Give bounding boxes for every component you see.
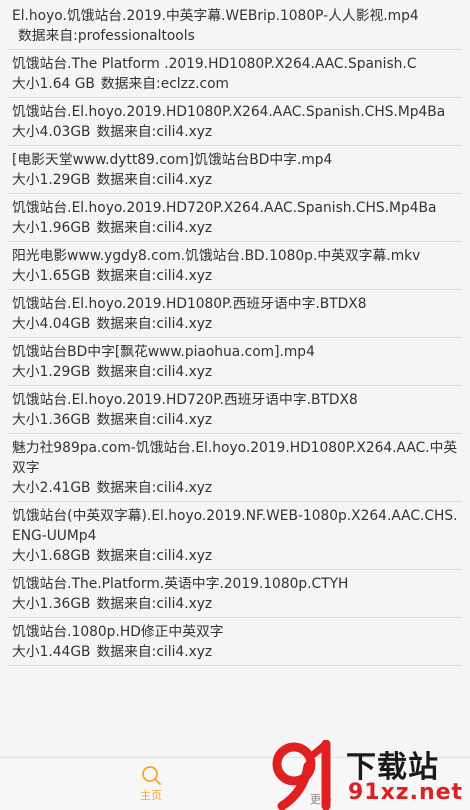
list-item[interactable]: 饥饿站台.El.hoyo.2019.HD720P.西班牙语中字.BTDX8 大小1… — [8, 386, 462, 434]
result-title: 阳光电影www.ygdy8.com.饥饿站台.BD.1080p.中英双字幕.mk… — [12, 248, 421, 264]
result-size: 大小1.64 GB — [12, 76, 95, 92]
result-source: cili4.xyz — [156, 364, 213, 380]
tab-home-label: 主页 — [140, 789, 162, 802]
result-title: 饥饿站台.El.hoyo.2019.HD720P.西班牙语中字.BTDX8 — [12, 392, 358, 408]
result-source: cili4.xyz — [156, 172, 213, 188]
result-size: 大小1.44GB — [12, 644, 91, 660]
result-source-label: 数据来自: — [96, 596, 157, 612]
result-size: 大小1.65GB — [12, 268, 91, 284]
result-meta: 大小1.29GB 数据来自:cili4.xyz — [12, 170, 458, 190]
list-item[interactable]: 饥饿站台.The.Platform.英语中字.2019.1080p.CTYH 大小… — [8, 570, 462, 618]
list-item[interactable]: 饥饿站台.El.hoyo.2019.HD1080P.X264.AAC.Spani… — [8, 98, 462, 146]
watermark-domain: 91xz.net — [348, 780, 464, 805]
result-title: 饥饿站台.The Platform .2019.HD1080P.X264.AAC… — [12, 56, 417, 72]
result-meta: 大小1.96GB 数据来自:cili4.xyz — [12, 218, 458, 238]
results-list: El.hoyo.饥饿站台.2019.中英字幕.WEBrip.1080P-人人影视… — [0, 0, 470, 757]
result-source-label: 数据来自: — [96, 644, 157, 660]
list-item[interactable]: 饥饿站台.El.hoyo.2019.HD720P.X264.AAC.Spanis… — [8, 194, 462, 242]
result-source-label: 数据来自: — [96, 480, 157, 496]
result-meta: 大小4.04GB 数据来自:cili4.xyz — [12, 314, 458, 334]
result-size: 大小1.36GB — [12, 412, 91, 428]
result-source: eclzz.com — [160, 76, 229, 92]
result-title: 饥饿站台(中英双字幕).El.hoyo.2019.NF.WEB-1080p.X2… — [12, 508, 458, 544]
watermark-logo-icon — [272, 740, 331, 810]
result-source: cili4.xyz — [156, 220, 213, 236]
result-title: 饥饿站台.The.Platform.英语中字.2019.1080p.CTYH — [12, 576, 349, 592]
result-source: cili4.xyz — [156, 548, 213, 564]
search-icon — [142, 766, 161, 785]
result-title: 饥饿站台.El.hoyo.2019.HD1080P.西班牙语中字.BTDX8 — [12, 296, 367, 312]
result-source: cili4.xyz — [156, 596, 213, 612]
result-source: cili4.xyz — [156, 412, 213, 428]
result-source-label: 数据来自: — [96, 268, 157, 284]
list-item[interactable]: El.hoyo.饥饿站台.2019.中英字幕.WEBrip.1080P-人人影视… — [8, 0, 462, 50]
result-source: cili4.xyz — [156, 268, 213, 284]
result-title: El.hoyo.饥饿站台.2019.中英字幕.WEBrip.1080P-人人影视… — [12, 8, 419, 24]
result-source-label: 数据来自: — [100, 76, 161, 92]
result-meta: 大小1.64 GB 数据来自:eclzz.com — [12, 74, 458, 94]
result-meta: 大小4.03GB 数据来自:cili4.xyz — [12, 122, 458, 142]
result-meta: 大小1.36GB 数据来自:cili4.xyz — [12, 594, 458, 614]
result-source: cili4.xyz — [156, 644, 213, 660]
result-size: 大小4.04GB — [12, 316, 91, 332]
list-item[interactable]: [电影天堂www.dytt89.com]饥饿站台BD中字.mp4 大小1.29GB… — [8, 146, 462, 194]
result-size: 大小1.29GB — [12, 172, 91, 188]
list-item[interactable]: 饥饿站台BD中字[飘花www.piaohua.com].mp4 大小1.29GB 数… — [8, 338, 462, 386]
result-source: professionaltools — [77, 28, 195, 44]
result-size: 大小1.68GB — [12, 548, 91, 564]
result-meta: 大小2.41GB 数据来自:cili4.xyz — [12, 478, 458, 498]
result-source-label: 数据来自: — [18, 28, 78, 44]
result-title: 魅力社989pa.com-饥饿站台.El.hoyo.2019.HD1080P.X… — [12, 440, 458, 476]
result-meta: 大小1.29GB 数据来自:cili4.xyz — [12, 362, 458, 382]
result-source: cili4.xyz — [156, 124, 213, 140]
list-item[interactable]: 饥饿站台.El.hoyo.2019.HD1080P.西班牙语中字.BTDX8 大小… — [8, 290, 462, 338]
result-meta: 大小1.44GB 数据来自:cili4.xyz — [12, 642, 458, 662]
result-size: 大小1.36GB — [12, 596, 91, 612]
result-meta: 大小1.68GB 数据来自:cili4.xyz — [12, 546, 458, 566]
result-size: 大小1.96GB — [12, 220, 91, 236]
list-item[interactable]: 饥饿站台.The Platform .2019.HD1080P.X264.AAC… — [8, 50, 462, 98]
list-item[interactable]: 饥饿站台(中英双字幕).El.hoyo.2019.NF.WEB-1080p.X2… — [8, 502, 462, 570]
result-size: 大小4.03GB — [12, 124, 91, 140]
result-size: 大小1.29GB — [12, 364, 91, 380]
result-source-label: 数据来自: — [96, 364, 157, 380]
result-source: cili4.xyz — [156, 480, 213, 496]
result-source-label: 数据来自: — [96, 172, 157, 188]
result-size: 大小2.41GB — [12, 480, 91, 496]
result-source-label: 数据来自: — [96, 412, 157, 428]
result-meta: 大小1.65GB 数据来自:cili4.xyz — [12, 266, 458, 286]
list-item[interactable]: 饥饿站台.1080p.HD修正中英双字 大小1.44GB 数据来自:cili4.xy… — [8, 618, 462, 666]
result-source-label: 数据来自: — [96, 548, 157, 564]
result-title: 饥饿站台BD中字[飘花www.piaohua.com].mp4 — [12, 344, 315, 360]
tab-home[interactable]: 主页 — [122, 764, 180, 808]
site-watermark: 下载站 91xz.net — [268, 740, 470, 810]
list-item[interactable]: 魅力社989pa.com-饥饿站台.El.hoyo.2019.HD1080P.X… — [8, 434, 462, 502]
result-title: 饥饿站台.El.hoyo.2019.HD720P.X264.AAC.Spanis… — [12, 200, 437, 216]
result-meta: 大小1.36GB 数据来自:cili4.xyz — [12, 410, 458, 430]
result-title: [电影天堂www.dytt89.com]饥饿站台BD中字.mp4 — [12, 152, 333, 168]
result-title: 饥饿站台.El.hoyo.2019.HD1080P.X264.AAC.Spani… — [12, 104, 446, 120]
list-item[interactable]: 阳光电影www.ygdy8.com.饥饿站台.BD.1080p.中英双字幕.mk… — [8, 242, 462, 290]
result-meta: 数据来自:professionaltools — [12, 26, 458, 46]
result-source-label: 数据来自: — [96, 124, 157, 140]
result-source: cili4.xyz — [156, 316, 213, 332]
result-title: 饥饿站台.1080p.HD修正中英双字 — [12, 624, 224, 640]
result-source-label: 数据来自: — [96, 316, 157, 332]
result-source-label: 数据来自: — [96, 220, 157, 236]
